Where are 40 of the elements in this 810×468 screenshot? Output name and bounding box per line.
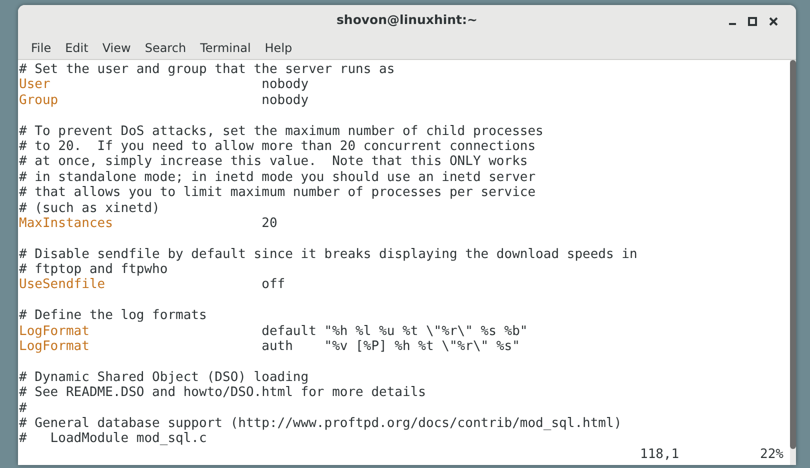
menu-item[interactable]: File — [24, 36, 58, 58]
comment-line: # General database support (http://www.proftpd.org/docs/contrib/mod_sql.html) — [19, 416, 623, 432]
comment-line: # at once, simply increase this value. Note that this ONLY works — [19, 154, 529, 170]
menu-item[interactable]: Search — [138, 36, 194, 58]
directive-value: 20 — [262, 216, 278, 231]
comment-line: # — [19, 400, 28, 416]
comment-line: # Dynamic Shared Object (DSO) loading — [19, 370, 310, 386]
comment-line: # (such as xinetd) — [19, 200, 161, 216]
directive-name: UseSendfile — [19, 277, 106, 293]
comment-line: # Set the user and group that the server runs as — [19, 62, 396, 78]
directive-name: LogFormat — [19, 324, 90, 340]
cursor-position: 118,1 — [640, 446, 680, 462]
directive-value: off — [262, 277, 286, 292]
directive-name: Group — [19, 92, 60, 108]
comment-line: # Disable sendfile by default since it breaks displaying the download speeds in — [19, 246, 638, 262]
menu-item[interactable]: View — [95, 36, 138, 58]
scrollbar-thumb[interactable] — [790, 60, 796, 449]
maximize-icon — [748, 16, 757, 26]
directive-name: LogFormat — [19, 339, 90, 354]
minimize-icon — [729, 23, 736, 26]
comment-line: # ftptop and ftpwho — [19, 262, 169, 278]
comment-line: # in standalone mode; in inetd mode you should use an inetd server — [19, 170, 537, 186]
comment-line: # To prevent DoS attacks, set the maximum number of child processes — [19, 124, 544, 139]
comment-line: # Define the log formats — [19, 308, 208, 324]
comment-line: # to 20. If you need to allow more than 20 concurrent connections — [19, 138, 537, 154]
menu-item[interactable]: Terminal — [193, 36, 258, 58]
comment-line: # See README.DSO and howto/DSO.html for more details — [19, 385, 427, 401]
directive-value: default "%h %l %u %t \"%r\" %s %b" — [262, 324, 528, 339]
directive-value: nobody — [262, 92, 309, 108]
comment-line: # LoadModule mod_sql.c — [19, 431, 208, 447]
directive-value: auth "%v [%P] %h %t \"%r\" %s" — [262, 339, 520, 354]
scroll-percent: 22% — [760, 446, 784, 462]
comment-line: # that allows you to limit maximum number of processes per service — [19, 185, 537, 201]
directive-name: User — [19, 77, 52, 93]
window-title: shovon@linuxhint:~ — [336, 11, 478, 30]
menu-item[interactable]: Help — [258, 36, 300, 58]
menu-item[interactable]: Edit — [58, 36, 96, 58]
close-icon — [769, 16, 778, 26]
directive-name: MaxInstances — [19, 216, 114, 232]
directive-value: nobody — [262, 77, 309, 92]
